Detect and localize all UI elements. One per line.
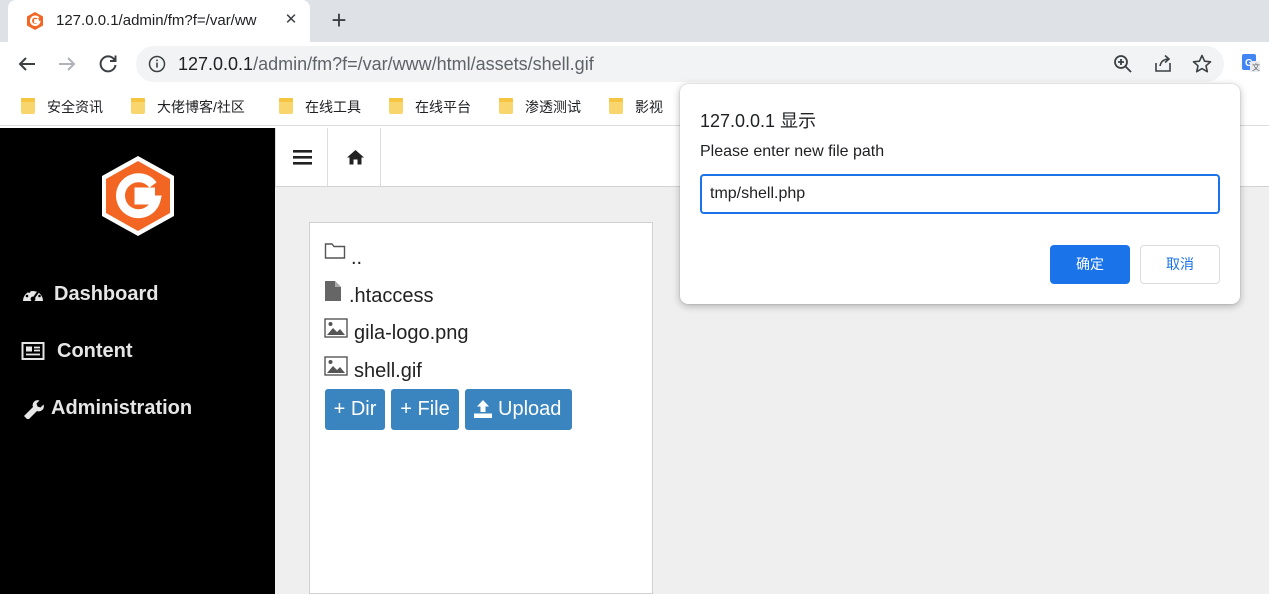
tab-close-icon[interactable]: ✕ (280, 9, 302, 31)
file-icon (325, 281, 341, 301)
folder-icon (499, 98, 513, 114)
file-name: gila-logo.png (354, 322, 469, 344)
image-icon (324, 318, 348, 338)
reload-icon[interactable] (94, 50, 122, 78)
site-info-icon[interactable] (148, 55, 166, 73)
file-name: shell.gif (354, 360, 422, 382)
wrench-icon (24, 400, 44, 419)
bookmark-label: 影视 (635, 99, 663, 115)
add-dir-button[interactable]: + Dir (325, 389, 385, 430)
translate-extension-icon[interactable]: G 文 (1240, 52, 1262, 74)
bookmark-label: 渗透测试 (525, 99, 581, 115)
file-manager-panel: .. .htaccess gila-logo.png shell.gif + D… (309, 222, 653, 594)
admin-sidebar: Dashboard Content Administration (0, 128, 275, 594)
cancel-button[interactable]: 取消 (1140, 245, 1220, 284)
dialog-message: Please enter new file path (700, 143, 885, 160)
upload-icon (474, 400, 492, 418)
folder-icon (609, 98, 623, 114)
share-icon[interactable] (1152, 53, 1174, 75)
bookmark-label: 安全资讯 (47, 99, 103, 115)
zoom-icon[interactable] (1112, 53, 1134, 75)
address-bar[interactable]: 127.0.0.1/admin/fm?f=/var/www/html/asset… (136, 46, 1224, 82)
sidebar-item-label: Content (57, 340, 133, 362)
sidebar-item-label: Administration (51, 397, 193, 419)
bookmark-label: 在线平台 (415, 99, 471, 115)
url-path: /admin/fm?f=/var/www/html/assets/shell.g… (253, 54, 594, 74)
add-file-button[interactable]: + File (391, 389, 459, 430)
image-icon (324, 356, 348, 376)
sidebar-item-label: Dashboard (54, 283, 159, 305)
svg-text:文: 文 (1252, 62, 1260, 72)
file-path-input[interactable] (700, 174, 1220, 214)
dashboard-icon (23, 288, 43, 302)
home-icon (347, 150, 364, 165)
url-text: 127.0.0.1/admin/fm?f=/var/www/html/asset… (178, 54, 594, 75)
menu-toggle-button[interactable] (275, 128, 328, 186)
folder-icon (389, 98, 403, 114)
bookmark-star-icon[interactable] (1191, 53, 1213, 75)
new-tab-icon[interactable]: + (326, 7, 352, 33)
folder-icon (131, 98, 145, 114)
hamburger-menu-icon (293, 150, 312, 165)
gila-favicon-icon (27, 12, 43, 30)
browser-tab[interactable]: 127.0.0.1/admin/fm?f=/var/ww ✕ (8, 0, 310, 42)
bookmark-label: 在线工具 (305, 99, 361, 115)
prompt-dialog: 127.0.0.1 显示 Please enter new file path … (680, 84, 1240, 304)
bookmark-label: 大佬博客/社区 (157, 99, 245, 115)
folder-icon (279, 98, 293, 114)
gila-logo-icon[interactable] (98, 154, 178, 238)
folder-icon (324, 243, 346, 259)
browser-toolbar: 127.0.0.1/admin/fm?f=/var/www/html/asset… (0, 42, 1269, 86)
tab-title: 127.0.0.1/admin/fm?f=/var/ww (56, 12, 257, 29)
file-name: .htaccess (349, 285, 434, 307)
forward-icon[interactable] (53, 50, 81, 78)
folder-icon (21, 98, 35, 114)
upload-label: Upload (498, 398, 562, 420)
back-icon[interactable] (13, 50, 41, 78)
upload-button[interactable]: Upload (465, 389, 572, 430)
file-name: .. (351, 247, 363, 269)
dialog-title: 127.0.0.1 显示 (700, 111, 817, 131)
url-host: 127.0.0.1 (178, 54, 254, 74)
ok-button[interactable]: 确定 (1050, 245, 1130, 284)
newspaper-icon (21, 342, 45, 360)
tab-strip: 127.0.0.1/admin/fm?f=/var/ww ✕ + (0, 0, 1269, 42)
home-button[interactable] (327, 128, 381, 186)
